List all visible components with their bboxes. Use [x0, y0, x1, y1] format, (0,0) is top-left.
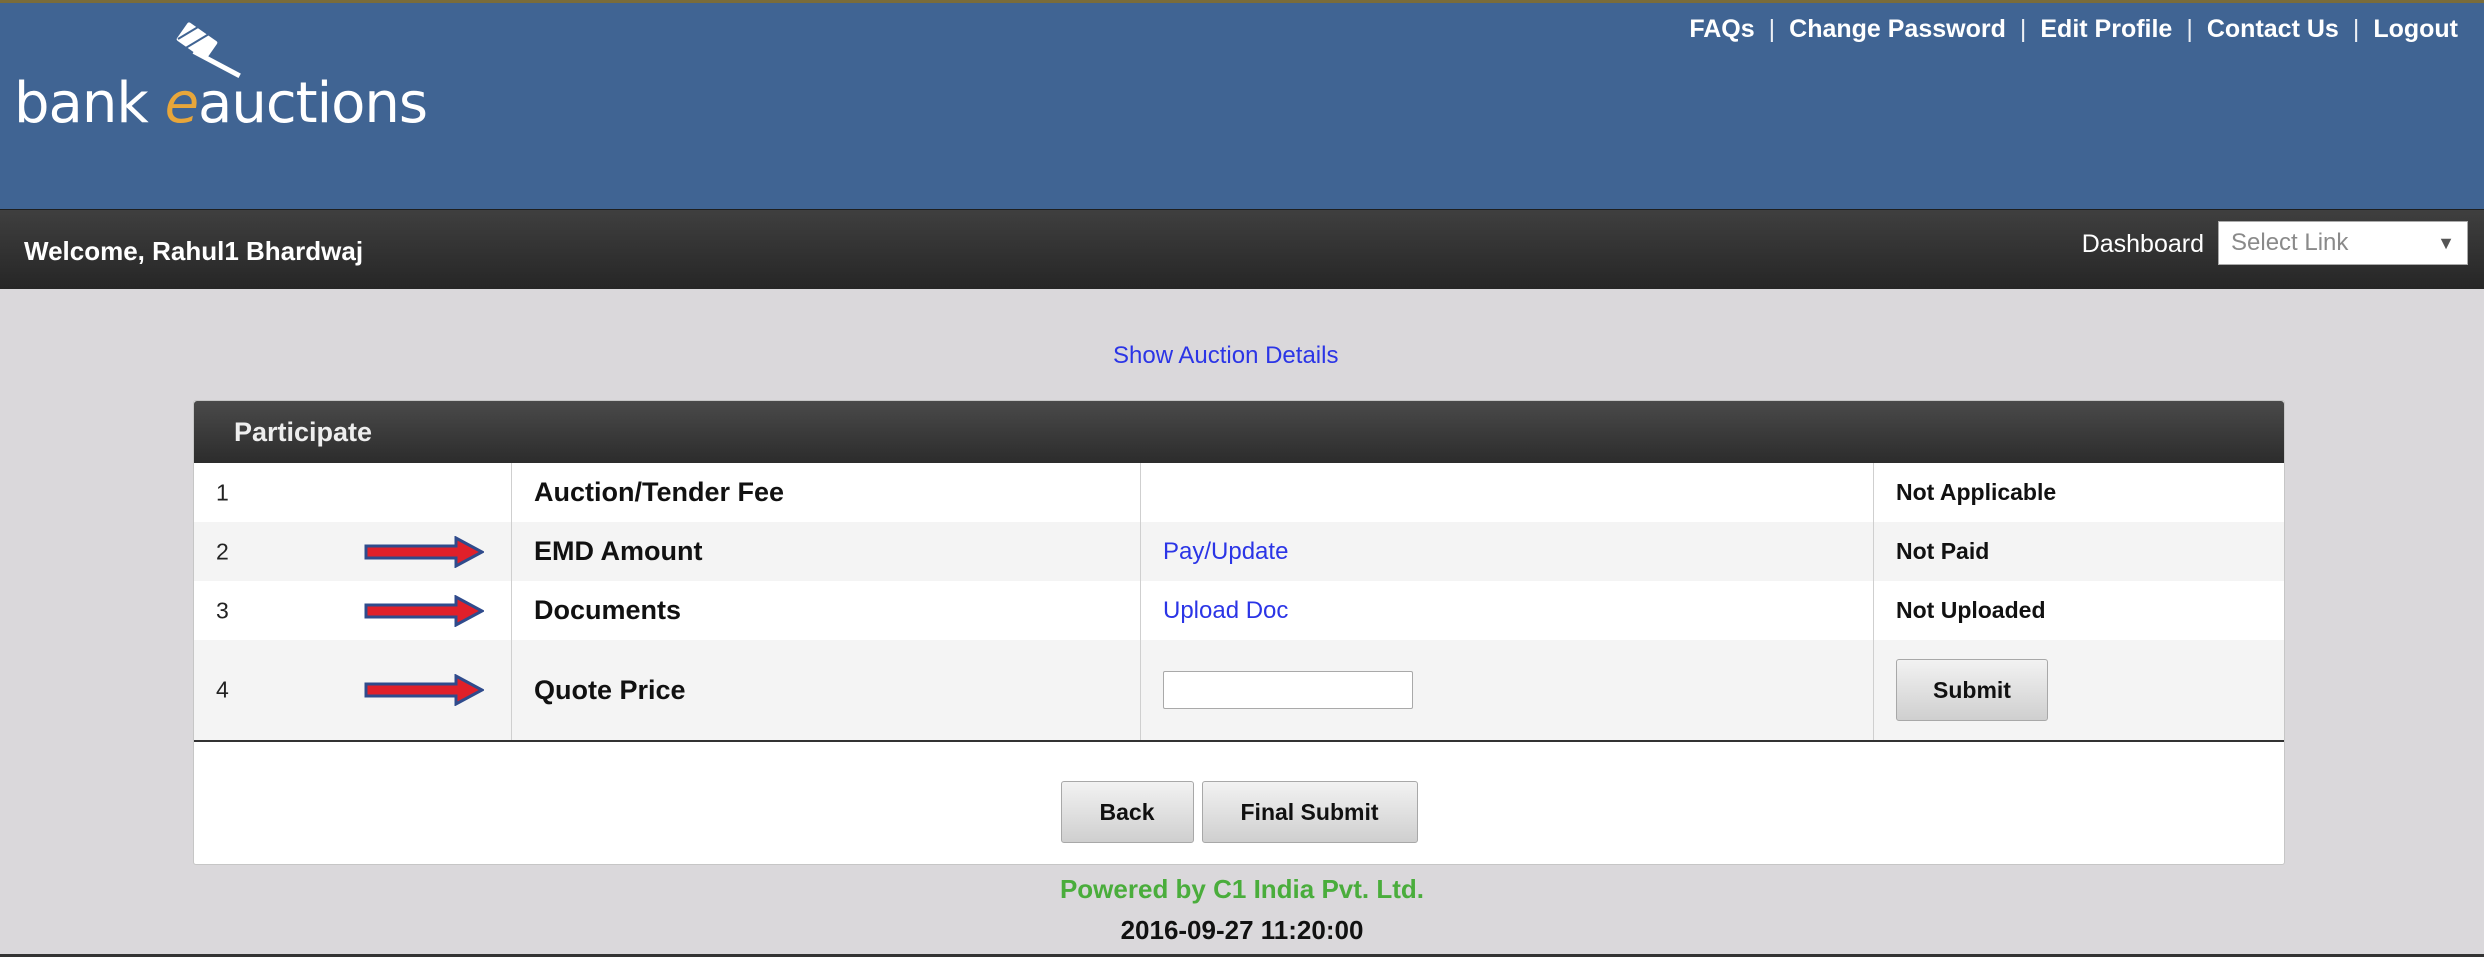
row-number: 2 — [216, 538, 229, 564]
row-item: Auction/Tender Fee — [511, 463, 1141, 522]
row-number: 3 — [216, 597, 229, 623]
edit-profile-link[interactable]: Edit Profile — [2040, 15, 2172, 44]
show-auction-details-link[interactable]: Show Auction Details — [1113, 342, 1338, 370]
submit-button[interactable]: Submit — [1896, 659, 2048, 721]
row-number: 1 — [216, 479, 229, 505]
change-password-link[interactable]: Change Password — [1789, 15, 2006, 44]
row-item: Documents — [511, 581, 1141, 640]
row-status: Not Uploaded — [1873, 581, 2284, 640]
logo-wordmark: bank eauctions — [14, 71, 428, 136]
upload-doc-link[interactable]: Upload Doc — [1163, 597, 1288, 624]
participate-panel: Participate 1 Auction/Tender Fee Not App… — [193, 400, 2285, 865]
nav-separator: | — [2019, 15, 2027, 43]
top-nav: FAQs | Change Password | Edit Profile | … — [1689, 15, 2458, 44]
dashboard-select-value: Select Link — [2231, 229, 2349, 256]
row-item: EMD Amount — [511, 522, 1141, 581]
welcome-bar: Welcome, Rahul1 Bhardwaj Dashboard Selec… — [0, 209, 2484, 289]
row-status: Not Applicable — [1873, 463, 2284, 522]
chevron-down-icon: ▼ — [2437, 232, 2455, 253]
table-row: 4 Quote Price Submit — [194, 640, 2284, 742]
row-item: Quote Price — [511, 640, 1141, 742]
logo-text-end: auctions — [198, 71, 428, 136]
dashboard-link-select[interactable]: Select Link ▼ — [2218, 221, 2468, 265]
bank-eauctions-logo[interactable]: bank eauctions — [14, 21, 434, 136]
nav-separator: | — [2352, 15, 2360, 43]
table-row: 1 Auction/Tender Fee Not Applicable — [194, 463, 2284, 522]
participate-table: 1 Auction/Tender Fee Not Applicable 2 EM… — [194, 463, 2284, 742]
red-arrow-icon — [364, 535, 484, 568]
logo-text-accent: e — [164, 71, 199, 136]
logout-link[interactable]: Logout — [2373, 15, 2458, 44]
row-status: Not Paid — [1873, 522, 2284, 581]
panel-title: Participate — [194, 401, 2284, 463]
pay-update-link[interactable]: Pay/Update — [1163, 538, 1288, 565]
logo-text-start: bank — [14, 71, 165, 136]
powered-by-text: Powered by C1 India Pvt. Ltd. — [1059, 874, 1425, 904]
faqs-link[interactable]: FAQs — [1689, 15, 1754, 44]
nav-separator: | — [2186, 15, 2193, 43]
red-arrow-icon — [364, 594, 484, 627]
final-submit-button[interactable]: Final Submit — [1201, 781, 1418, 843]
contact-us-link[interactable]: Contact Us — [2207, 15, 2339, 44]
server-timestamp: 2016-09-27 11:20:00 — [1120, 915, 1364, 945]
table-row: 3 Documents Upload Doc Not Uploaded — [194, 581, 2284, 640]
dashboard-label: Dashboard — [2081, 230, 2204, 258]
quote-price-input[interactable] — [1163, 671, 1413, 709]
welcome-text: Welcome, Rahul1 Bhardwaj — [24, 236, 364, 266]
nav-separator: | — [1768, 15, 1776, 43]
form-actions: Back Final Submit — [194, 781, 2284, 843]
site-header: bank eauctions FAQs | Change Password | … — [0, 0, 2484, 209]
table-row: 2 EMD Amount Pay/Update Not Paid — [194, 522, 2284, 581]
back-button[interactable]: Back — [1060, 781, 1194, 843]
row-action — [1140, 463, 1874, 522]
row-number: 4 — [216, 676, 229, 703]
red-arrow-icon — [364, 674, 484, 706]
